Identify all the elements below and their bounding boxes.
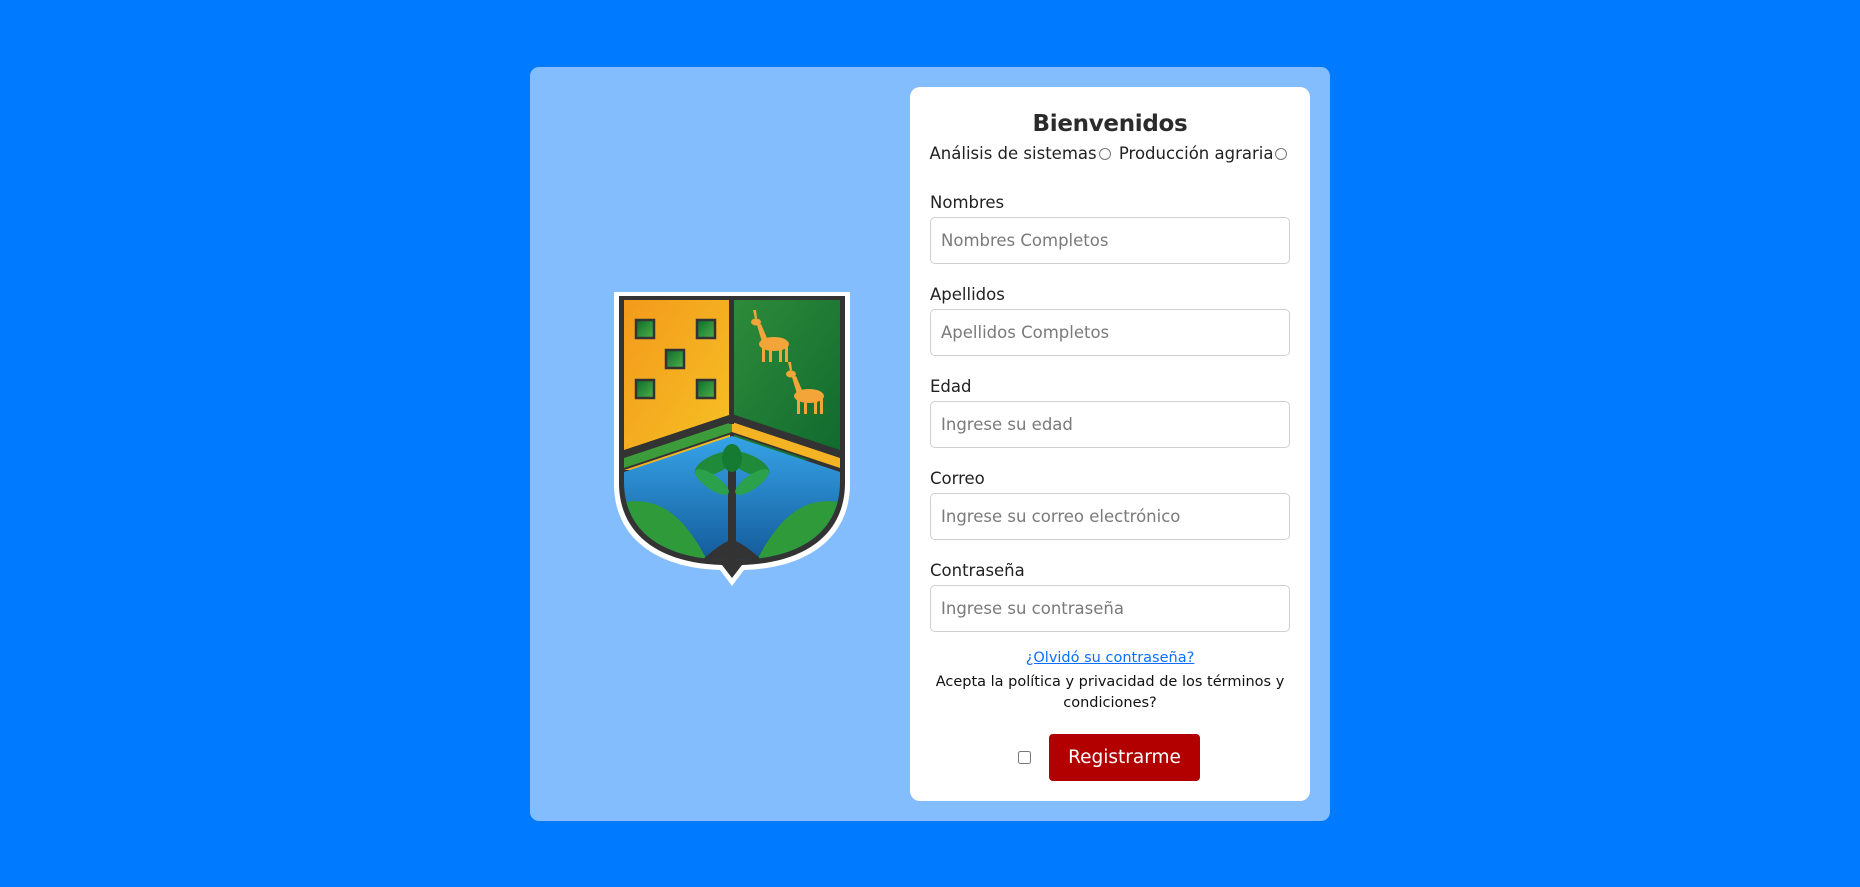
program-label-agraria: Producción agraria <box>1118 144 1274 163</box>
nombres-input[interactable] <box>930 217 1290 264</box>
program-option-agraria[interactable]: Producción agraria <box>1119 144 1291 163</box>
radio-produccion-agraria[interactable] <box>1275 147 1288 160</box>
register-button[interactable]: Registrarme <box>1049 734 1200 781</box>
contrasena-input[interactable] <box>930 585 1290 632</box>
contrasena-label: Contraseña <box>930 561 1025 580</box>
program-option-sistemas[interactable]: Análisis de sistemas <box>930 144 1114 163</box>
forgot-password-link[interactable]: ¿Olvidó su contraseña? <box>910 650 1310 666</box>
terms-checkbox[interactable] <box>1018 751 1031 764</box>
university-coat-of-arms-icon <box>612 292 852 587</box>
radio-analisis-sistemas[interactable] <box>1098 147 1111 160</box>
nombres-label: Nombres <box>930 193 1005 212</box>
program-selector: Análisis de sistemas Producción agraria <box>910 144 1310 163</box>
correo-input[interactable] <box>930 493 1290 540</box>
program-label-sistemas: Análisis de sistemas <box>929 144 1097 163</box>
edad-input[interactable] <box>930 401 1290 448</box>
registration-panel: Bienvenidos Análisis de sistemas Producc… <box>530 67 1330 821</box>
apellidos-input[interactable] <box>930 309 1290 356</box>
edad-label: Edad <box>930 377 972 396</box>
terms-text: Acepta la política y privacidad de los t… <box>935 674 1285 711</box>
registration-form: Bienvenidos Análisis de sistemas Producc… <box>910 87 1310 801</box>
correo-label: Correo <box>930 469 985 488</box>
form-title: Bienvenidos <box>1032 111 1188 137</box>
apellidos-label: Apellidos <box>930 285 1005 304</box>
